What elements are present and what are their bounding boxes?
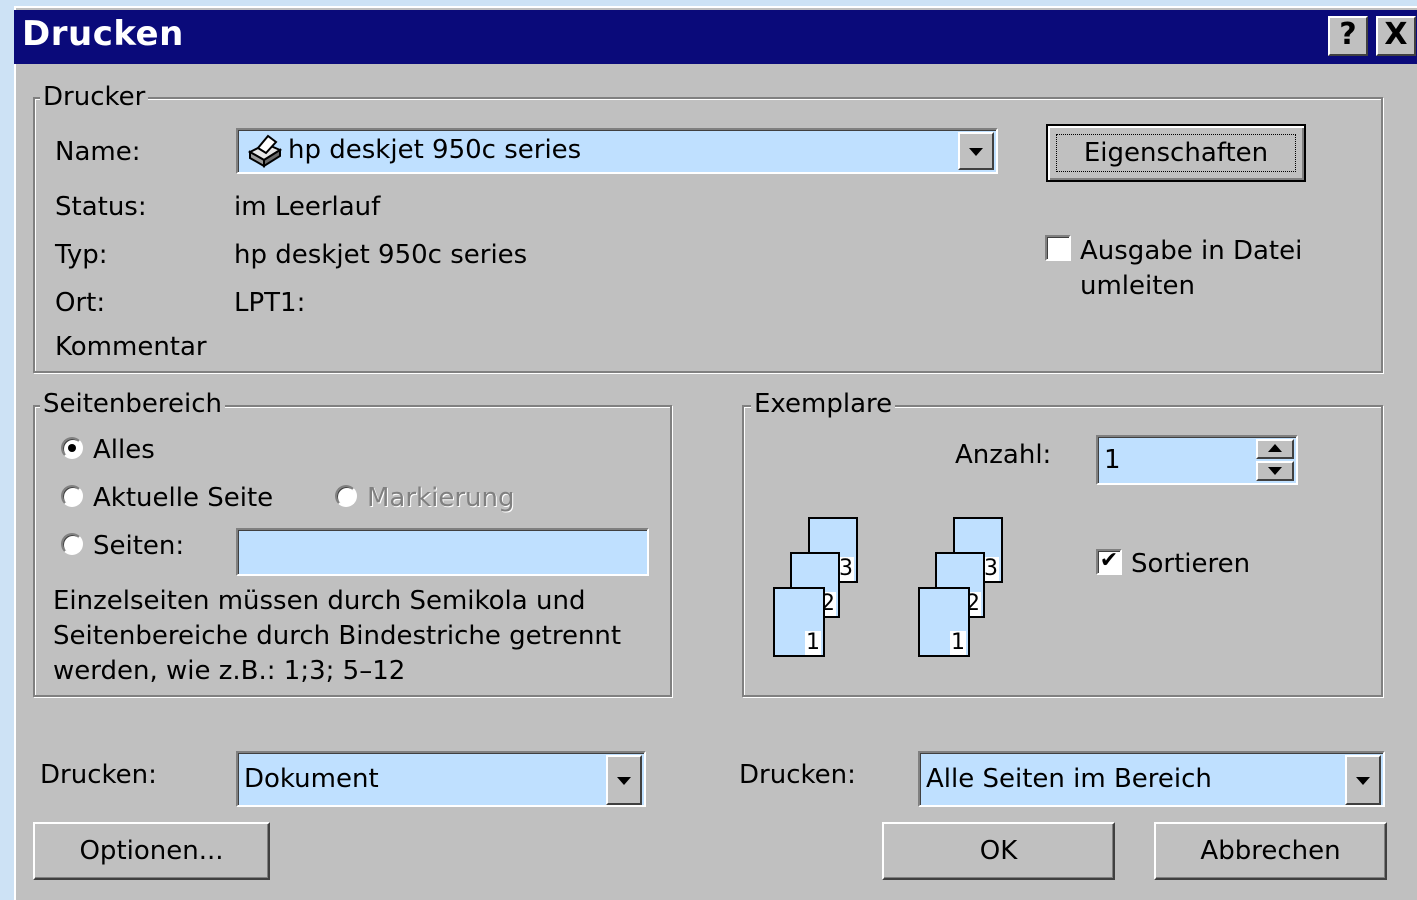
print-what-label: Drucken: [40,760,157,790]
radio-current-page[interactable] [61,485,83,507]
dialog-title: Drucken [22,14,184,54]
page-range-hint-line2: Seitenbereiche durch Bindestriche getren… [53,621,622,651]
spinner-up-button[interactable] [1256,439,1294,459]
radio-selected-dot [68,444,76,452]
printer-name-label: Name: [55,137,141,167]
spinner-down-button[interactable] [1256,461,1294,481]
radio-all-label: Alles [93,435,155,465]
page-range-hint-line3: werden, wie z.B.: 1;3; 5–12 [53,656,406,686]
radio-current-page-label: Aktuelle Seite [93,483,274,513]
print-pages-dropdown[interactable]: Alle Seiten im Bereich [918,751,1385,807]
print-what-dropdown-button[interactable] [606,755,642,805]
print-pages-dropdown-button[interactable] [1345,755,1381,805]
properties-button[interactable]: Eigenschaften [1046,124,1306,182]
collate-page-1b: 1 [918,587,970,657]
pages-input[interactable] [236,528,649,576]
chevron-down-icon [1356,777,1370,785]
page-range-hint-line1: Einzelseiten müssen durch Semikola und [53,586,586,616]
radio-pages[interactable] [61,533,83,555]
print-what-value: Dokument [244,764,379,794]
close-icon: X [1384,17,1408,52]
location-label: Ort: [55,288,106,318]
close-button[interactable]: X [1376,16,1416,56]
checkmark-icon: ✔ [1099,548,1119,573]
radio-selection [335,485,357,507]
printer-name-value: hp deskjet 950c series [288,135,582,165]
help-icon: ? [1339,17,1357,52]
options-button[interactable]: Optionen... [33,822,270,880]
location-value: LPT1: [234,288,306,318]
print-pages-label: Drucken: [739,760,856,790]
status-value: im Leerlauf [234,192,381,222]
copies-count-value: 1 [1104,445,1121,475]
ok-button[interactable]: OK [882,822,1115,880]
copies-count-label: Anzahl: [955,440,1052,470]
print-to-file-checkbox[interactable] [1045,235,1071,261]
page-range-group-label: Seitenbereich [40,389,226,419]
collate-page-1a: 1 [773,587,825,657]
arrow-up-icon [1268,444,1282,452]
arrow-down-icon [1268,467,1282,475]
copies-group-label: Exemplare [751,389,896,419]
collate-checkbox[interactable]: ✔ [1096,549,1122,575]
printer-group-label: Drucker [40,82,149,112]
chevron-down-icon [617,777,631,785]
printer-name-dropdown-button[interactable] [958,132,994,170]
title-bar [14,10,1417,64]
print-to-file-label-line2: umleiten [1080,271,1195,301]
collate-label: Sortieren [1131,549,1251,579]
print-what-dropdown[interactable]: Dokument [236,751,646,807]
help-button[interactable]: ? [1328,16,1368,56]
properties-button-label: Eigenschaften [1056,134,1296,172]
print-pages-value: Alle Seiten im Bereich [926,764,1212,794]
printer-name-dropdown[interactable]: hp deskjet 950c series [236,128,998,174]
cancel-button[interactable]: Abbrechen [1154,822,1387,880]
print-to-file-label-line1: Ausgabe in Datei [1080,236,1303,266]
status-label: Status: [55,192,147,222]
comment-label: Kommentar [55,332,207,362]
printer-icon [247,134,283,168]
radio-all[interactable] [61,437,83,459]
type-value: hp deskjet 950c series [234,240,528,270]
radio-pages-label: Seiten: [93,531,185,561]
type-label: Typ: [55,240,108,270]
radio-selection-label: Markierung [367,483,515,513]
chevron-down-icon [969,148,983,156]
copies-count-input[interactable]: 1 [1096,435,1298,485]
